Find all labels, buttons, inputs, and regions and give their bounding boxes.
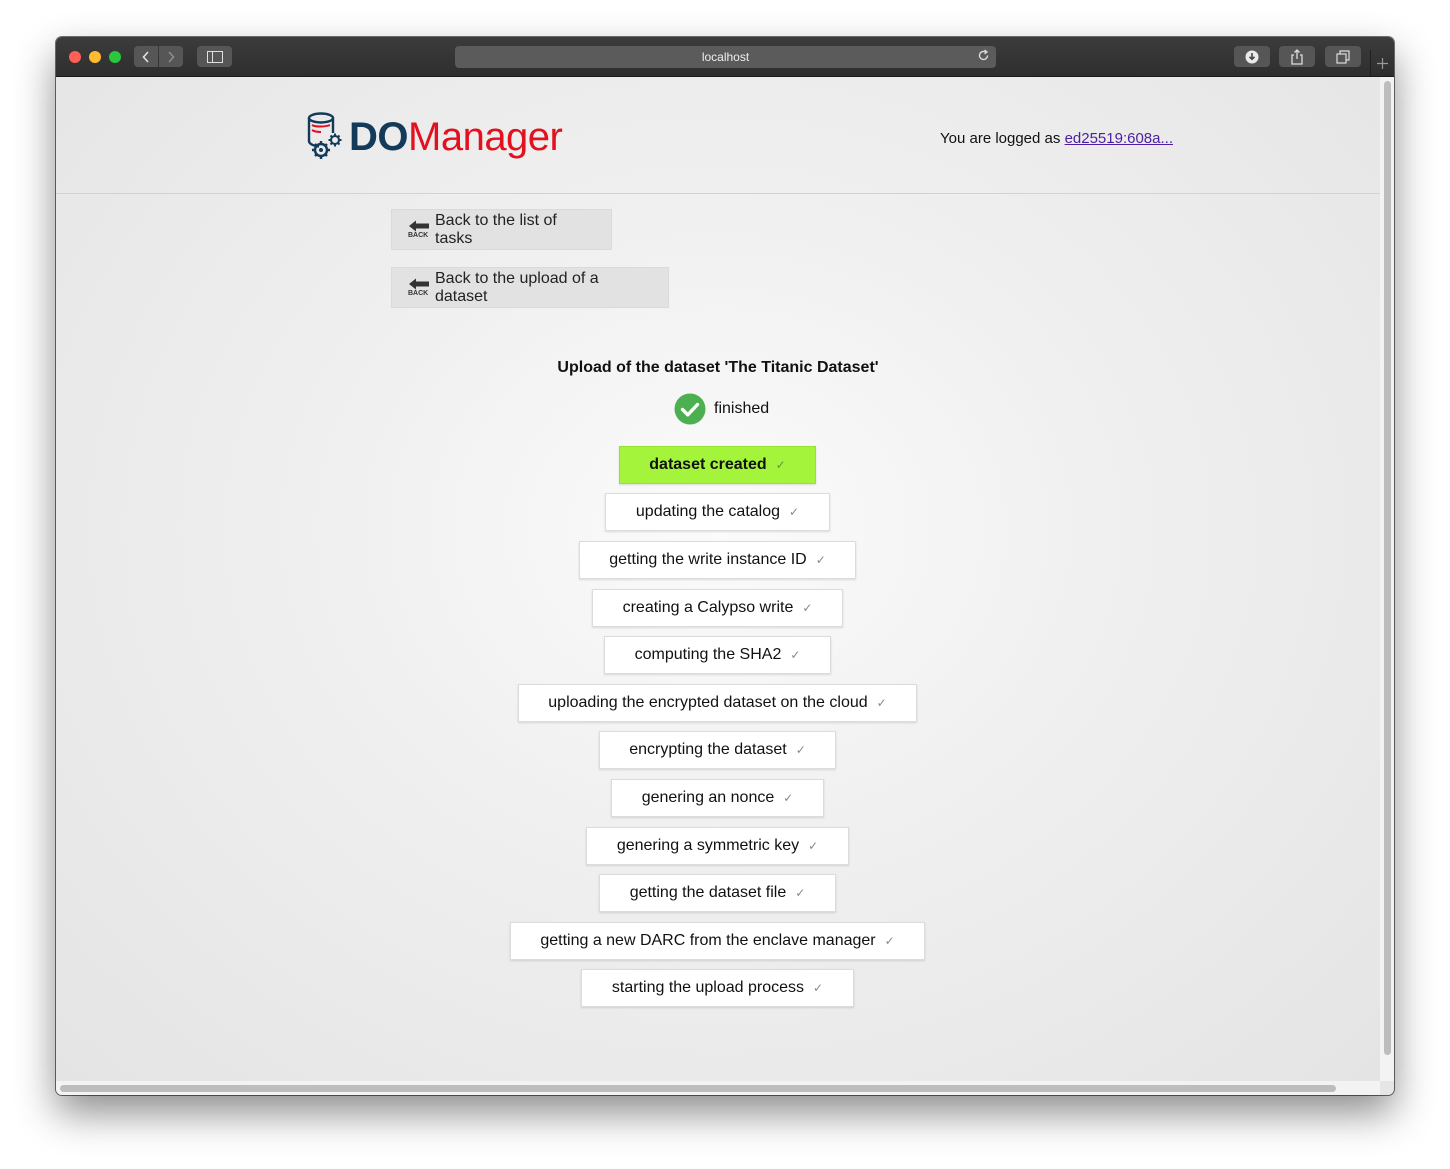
back-to-upload-button[interactable]: BACK Back to the upload of a dataset	[391, 267, 669, 308]
logo-text: DOManager	[349, 114, 563, 160]
horizontal-scrollbar[interactable]	[56, 1081, 1380, 1095]
check-icon: ✓	[876, 696, 887, 710]
back-to-tasks-label: Back to the list of tasks	[435, 211, 557, 247]
browser-toolbar: localhost	[56, 37, 1394, 77]
page-viewport: DOManager You are logged as ed25519:608a…	[56, 77, 1380, 1081]
back-to-tasks-button[interactable]: BACK Back to the list of tasks	[391, 209, 612, 250]
step-label: creating a Calypso write	[622, 599, 794, 616]
address-text: localhost	[701, 50, 750, 64]
chevron-right-icon	[168, 50, 175, 63]
step-updating-catalog: updating the catalog ✓	[605, 493, 830, 531]
step-label: updating the catalog	[635, 503, 781, 520]
check-icon: ✓	[808, 839, 819, 853]
reload-button[interactable]	[977, 49, 990, 65]
user-id-link[interactable]: ed25519:608a...	[1065, 130, 1173, 147]
login-info: You are logged as ed25519:608a...	[940, 130, 1173, 147]
step-label: genering an nonce	[641, 789, 775, 806]
share-button[interactable]	[1279, 46, 1315, 67]
step-label: getting the write instance ID	[609, 551, 807, 568]
horizontal-scroll-thumb[interactable]	[60, 1085, 1336, 1092]
step-starting-upload: starting the upload process ✓	[581, 969, 854, 1007]
browser-back-button[interactable]	[134, 46, 158, 67]
check-icon: ✓	[789, 505, 800, 519]
step-write-instance-id: getting the write instance ID ✓	[579, 541, 856, 579]
back-icon: BACK	[408, 220, 430, 239]
browser-window: localhost DOManager You are logged as ed…	[56, 37, 1394, 1095]
sidebar-icon	[206, 50, 223, 63]
address-bar[interactable]: localhost	[455, 46, 996, 68]
upload-status-text: finished	[714, 400, 770, 417]
check-icon: ✓	[802, 601, 813, 615]
step-encrypting-dataset: encrypting the dataset ✓	[599, 731, 836, 769]
tab-overview-button[interactable]	[1325, 46, 1361, 67]
minimize-window-button[interactable]	[89, 51, 101, 63]
vertical-scrollbar[interactable]	[1380, 77, 1394, 1081]
step-label: dataset created	[649, 456, 767, 473]
step-new-darc: getting a new DARC from the enclave mana…	[510, 922, 925, 960]
tabs-icon	[1336, 49, 1350, 64]
download-icon	[1245, 50, 1259, 63]
step-genering-symmetric-key: genering a symmetric key ✓	[586, 827, 849, 865]
check-icon: ✓	[795, 886, 806, 900]
downloads-button[interactable]	[1234, 46, 1270, 67]
step-getting-dataset-file: getting the dataset file ✓	[599, 874, 836, 912]
page-header: DOManager You are logged as ed25519:608a…	[56, 77, 1380, 194]
back-icon: BACK	[408, 278, 430, 297]
check-icon: ✓	[884, 934, 895, 948]
back-icon-label: BACK	[408, 232, 429, 239]
step-uploading-encrypted: uploading the encrypted dataset on the c…	[518, 684, 917, 722]
step-label: encrypting the dataset	[629, 741, 787, 758]
check-circle-icon	[674, 393, 706, 425]
sidebar-toggle-button[interactable]	[197, 46, 232, 67]
back-icon-label: BACK	[408, 290, 429, 297]
logo-do-text: DO	[349, 114, 409, 159]
step-calypso-write: creating a Calypso write ✓	[592, 589, 843, 627]
step-genering-nonce: genering an nonce ✓	[611, 779, 824, 817]
step-computing-sha2: computing the SHA2 ✓	[604, 636, 831, 674]
reload-icon	[978, 49, 989, 61]
step-label: getting the dataset file	[629, 884, 787, 901]
close-window-button[interactable]	[69, 51, 81, 63]
step-dataset-created: dataset created ✓	[619, 446, 816, 484]
check-icon: ✓	[813, 981, 824, 995]
check-icon: ✓	[783, 791, 794, 805]
browser-forward-button[interactable]	[159, 46, 183, 67]
back-to-upload-label: Back to the upload of a dataset	[435, 269, 599, 305]
check-icon: ✓	[795, 743, 806, 757]
step-label: computing the SHA2	[634, 646, 782, 663]
plus-icon	[1376, 57, 1388, 69]
login-prefix: You are logged as	[940, 130, 1065, 147]
vertical-scroll-thumb[interactable]	[1384, 81, 1391, 1055]
new-tab-button[interactable]	[1370, 50, 1393, 76]
maximize-window-button[interactable]	[109, 51, 121, 63]
check-icon: ✓	[815, 553, 826, 567]
upload-status: finished	[674, 393, 769, 425]
upload-title: Upload of the dataset 'The Titanic Datas…	[557, 359, 879, 376]
logo-manager-text: Manager	[408, 114, 563, 159]
step-label: uploading the encrypted dataset on the c…	[548, 694, 868, 711]
check-icon: ✓	[775, 458, 786, 472]
share-icon	[1291, 48, 1303, 65]
chevron-left-icon	[142, 50, 149, 63]
step-label: genering a symmetric key	[616, 837, 800, 854]
database-gear-icon	[307, 112, 342, 159]
domanager-logo[interactable]: DOManager	[305, 111, 563, 163]
check-icon: ✓	[790, 648, 801, 662]
step-label: starting the upload process	[611, 979, 805, 996]
step-label: getting a new DARC from the enclave mana…	[540, 932, 876, 949]
